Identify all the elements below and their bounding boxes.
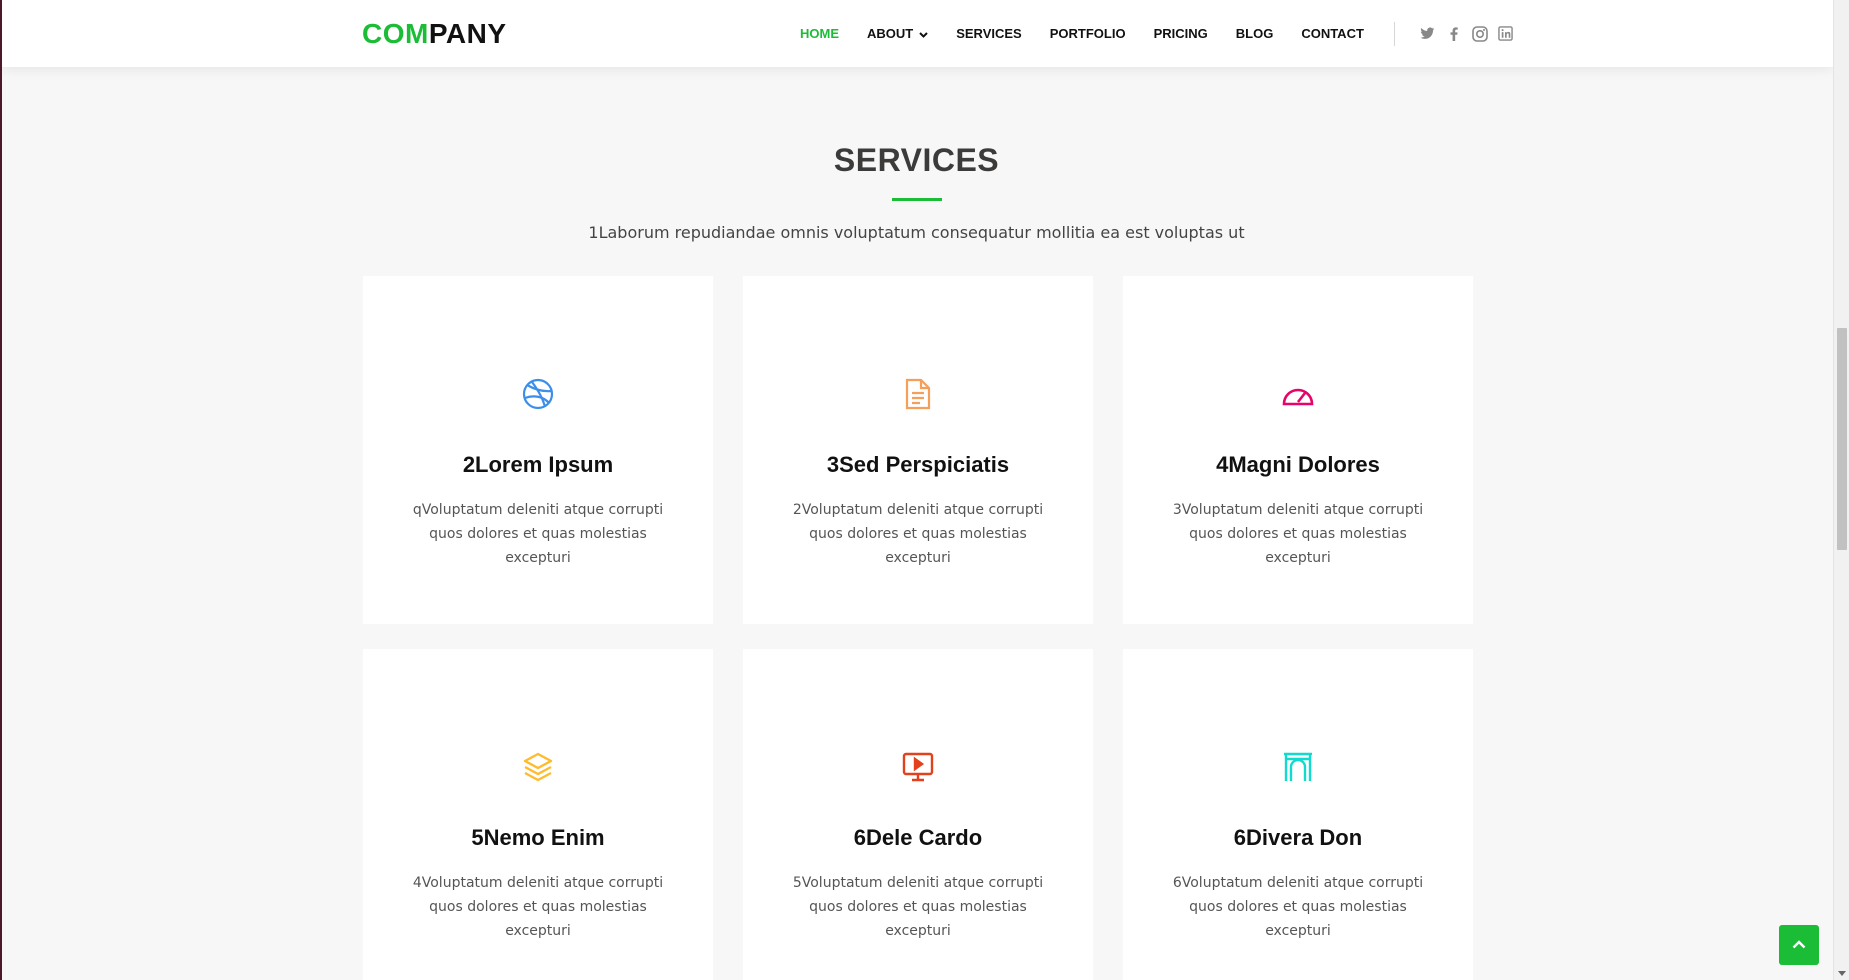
nav-about[interactable]: ABOUT: [867, 26, 928, 41]
back-to-top-button[interactable]: [1779, 925, 1819, 965]
presentation-icon: [743, 749, 1093, 785]
arch-icon: [1123, 749, 1473, 785]
scroll-down-arrow-icon[interactable]: [1837, 968, 1847, 978]
service-description: 3Voluptatum deleniti atque corrupti quos…: [1172, 502, 1424, 566]
service-card-3[interactable]: 4Magni Dolores 3Voluptatum deleniti atqu…: [1123, 276, 1473, 624]
service-title[interactable]: 5Nemo Enim: [363, 825, 713, 851]
nav-about-label: ABOUT: [867, 26, 914, 41]
service-card-4[interactable]: 5Nemo Enim 4Voluptatum deleniti atque co…: [363, 649, 713, 980]
layers-icon: [363, 749, 713, 785]
service-title[interactable]: 2Lorem Ipsum: [363, 452, 713, 478]
instagram-icon[interactable]: [1471, 25, 1489, 43]
page-scrollbar[interactable]: [1833, 0, 1849, 980]
social-links: [1411, 25, 1515, 43]
window-edge: [0, 0, 2, 980]
service-card-5[interactable]: 6Dele Cardo 5Voluptatum deleniti atque c…: [743, 649, 1093, 980]
service-description: qVoluptatum deleniti atque corrupti quos…: [412, 502, 664, 566]
service-description: 6Voluptatum deleniti atque corrupti quos…: [1172, 875, 1424, 939]
nav-pricing[interactable]: PRICING: [1154, 26, 1208, 41]
linkedin-icon[interactable]: [1497, 25, 1515, 43]
title-underline: [892, 198, 942, 201]
dribbble-icon: [363, 376, 713, 412]
speedometer-icon: [1123, 376, 1473, 412]
service-card-2[interactable]: 3Sed Perspiciatis 2Voluptatum deleniti a…: [743, 276, 1093, 624]
nav-home[interactable]: HOME: [800, 26, 839, 41]
nav-services[interactable]: SERVICES: [956, 26, 1022, 41]
service-description: 2Voluptatum deleniti atque corrupti quos…: [792, 502, 1044, 566]
chevron-up-icon: [1792, 936, 1806, 954]
logo-part-2: PANY: [428, 18, 507, 49]
facebook-icon[interactable]: [1445, 25, 1463, 43]
section-title: SERVICES: [833, 142, 1000, 178]
nav-portfolio[interactable]: PORTFOLIO: [1050, 26, 1126, 41]
document-icon: [743, 376, 1093, 412]
nav-blog[interactable]: BLOG: [1236, 26, 1274, 41]
service-title[interactable]: 6Dele Cardo: [743, 825, 1093, 851]
service-title[interactable]: 4Magni Dolores: [1123, 452, 1473, 478]
service-card-6[interactable]: 6Divera Don 6Voluptatum deleniti atque c…: [1123, 649, 1473, 980]
logo[interactable]: COMPANY: [362, 18, 507, 50]
service-description: 5Voluptatum deleniti atque corrupti quos…: [792, 875, 1044, 939]
service-card-1[interactable]: 2Lorem Ipsum qVoluptatum deleniti atque …: [363, 276, 713, 624]
nav-divider: [1393, 21, 1395, 46]
logo-part-1: COM: [362, 18, 429, 49]
section-subtitle: 1Laborum repudiandae omnis voluptatum co…: [588, 223, 1245, 242]
scrollbar-thumb[interactable]: [1837, 328, 1847, 550]
service-description: 4Voluptatum deleniti atque corrupti quos…: [412, 875, 664, 939]
service-title[interactable]: 6Divera Don: [1123, 825, 1473, 851]
site-header: COMPANY HOME ABOUT SERVICES PORTFOLIO PR…: [0, 0, 1833, 67]
twitter-icon[interactable]: [1419, 25, 1437, 43]
nav-contact[interactable]: CONTACT: [1301, 26, 1364, 41]
service-title[interactable]: 3Sed Perspiciatis: [743, 452, 1093, 478]
main-nav: HOME ABOUT SERVICES PORTFOLIO PRICING BL…: [800, 0, 1515, 67]
chevron-down-icon: [919, 26, 928, 41]
